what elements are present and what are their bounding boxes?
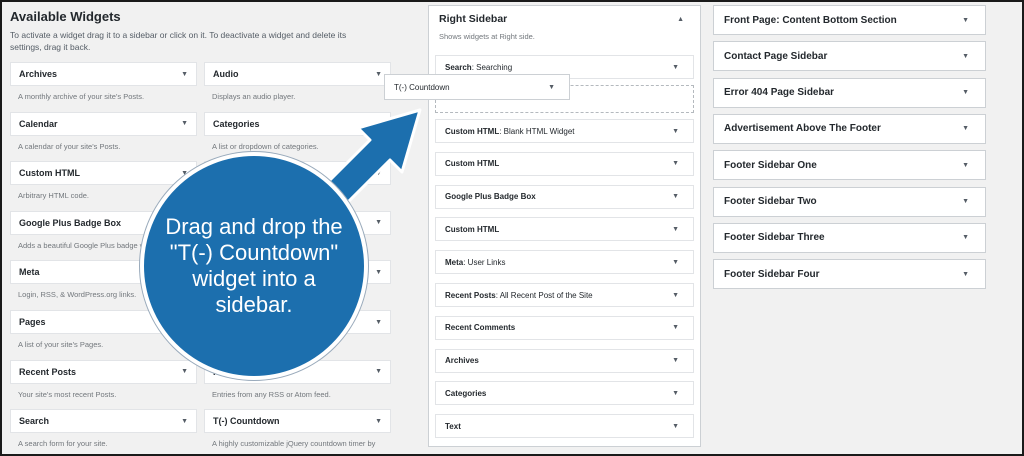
instruction-callout: Drag and drop the "T(-) Countdown" widge… (140, 152, 368, 380)
callout-text: Drag and drop the "T(-) Countdown" widge… (165, 214, 343, 317)
